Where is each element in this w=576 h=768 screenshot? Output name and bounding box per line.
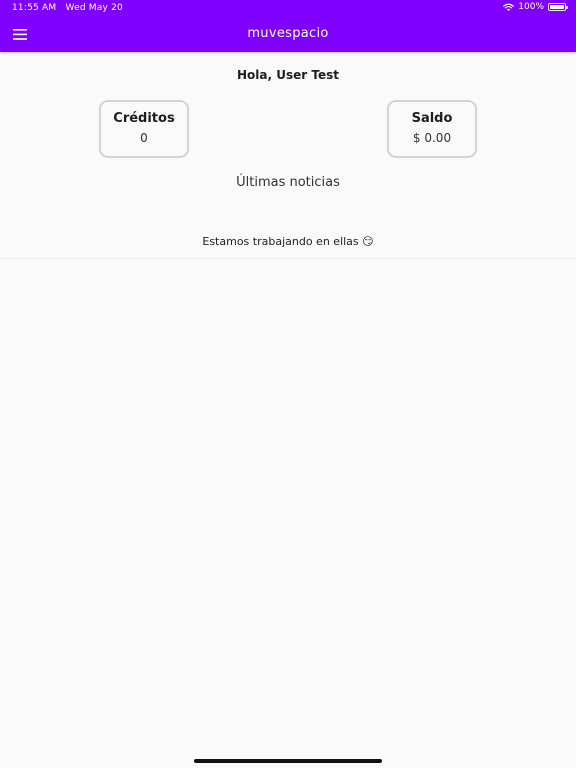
battery-fill <box>550 5 564 9</box>
saldo-card[interactable]: Saldo $ 0.00 <box>387 100 477 158</box>
battery-percent: 100% <box>518 2 544 12</box>
creditos-card[interactable]: Créditos 0 <box>99 100 189 158</box>
status-time: 11:55 AM Wed May 20 <box>12 3 123 13</box>
news-divider <box>0 258 576 259</box>
app-bar: 11:55 AM Wed May 20 100% muvespacio <box>0 0 576 52</box>
battery-icon <box>548 3 568 11</box>
app-title: muvespacio <box>247 26 329 41</box>
saldo-value: $ 0.00 <box>412 131 452 145</box>
news-section-title: Últimas noticias <box>236 175 340 190</box>
status-indicators: 100% <box>503 2 568 12</box>
saldo-title: Saldo <box>411 111 453 126</box>
news-empty-message: Estamos trabajando en ellas 😏 <box>202 235 374 248</box>
wifi-icon <box>503 3 515 11</box>
status-date: Wed May 20 <box>65 3 123 13</box>
greeting-text: Hola, User Test <box>237 68 339 82</box>
status-clock: 11:55 AM <box>12 3 57 13</box>
creditos-value: 0 <box>140 131 148 145</box>
app-screen: 11:55 AM Wed May 20 100% muvespacio Hola… <box>0 0 576 768</box>
home-indicator[interactable] <box>194 759 382 763</box>
creditos-title: Créditos <box>113 111 175 126</box>
